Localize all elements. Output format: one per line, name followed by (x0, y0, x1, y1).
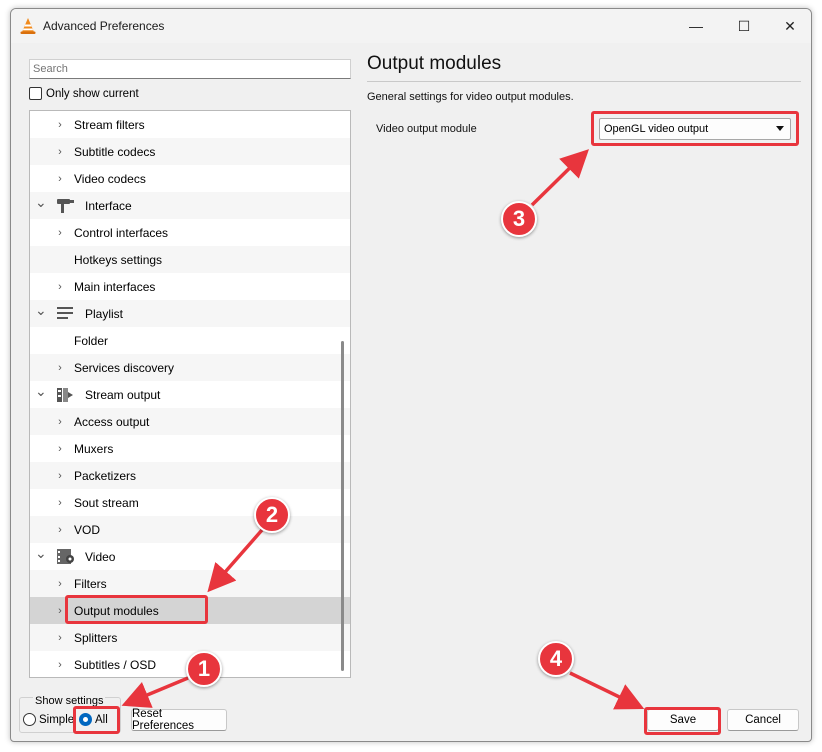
tree-item-label: Sout stream (74, 495, 139, 510)
simple-radio-dot[interactable] (23, 713, 36, 726)
tree-item-output-modules[interactable]: › Output modules (30, 597, 350, 624)
all-radio-dot[interactable] (79, 713, 92, 726)
chevron-down-icon[interactable]: ⌄ (35, 302, 47, 319)
cancel-button[interactable]: Cancel (727, 709, 799, 731)
tree-item-label: Filters (74, 576, 107, 591)
tree-item-label: Hotkeys settings (74, 252, 163, 267)
tree-item-label: Output modules (74, 603, 159, 618)
chevron-right-icon[interactable]: › (55, 497, 65, 509)
playlist-icon (56, 305, 76, 322)
minimize-button[interactable]: — (673, 9, 719, 43)
tree-item-subtitle-codecs[interactable]: › Subtitle codecs (30, 138, 350, 165)
video-output-module-label: Video output module (376, 123, 477, 135)
search-input[interactable] (29, 59, 351, 79)
title-bar: Advanced Preferences — ☐ ✕ (11, 9, 811, 43)
chevron-right-icon[interactable]: › (55, 470, 65, 482)
tree-item-label: Video codecs (74, 171, 146, 186)
tree-item-folder[interactable]: Folder (30, 327, 350, 354)
tree-item-video-codecs[interactable]: › Video codecs (30, 165, 350, 192)
chevron-down-icon[interactable]: ⌄ (35, 194, 47, 211)
tree-item-control-interfaces[interactable]: › Control interfaces (30, 219, 350, 246)
tree-item-label: Stream output (85, 387, 161, 402)
tree-item-label: Video (85, 549, 116, 564)
step-badge-1: 1 (186, 651, 222, 687)
chevron-down-icon[interactable]: ⌄ (35, 545, 47, 562)
tree-item-label: Subtitles / OSD (74, 657, 157, 672)
tree-item-stream-output[interactable]: ⌄ Stream output (30, 381, 350, 408)
advanced-preferences-window: Advanced Preferences — ☐ ✕ Only show cur… (10, 8, 812, 742)
tree-item-services-discovery[interactable]: › Services discovery (30, 354, 350, 381)
tree-item-label: Stream filters (74, 117, 145, 132)
tree-item-packetizers[interactable]: › Packetizers (30, 462, 350, 489)
tree-item-muxers[interactable]: › Muxers (30, 435, 350, 462)
chevron-right-icon[interactable]: › (55, 119, 65, 131)
chevron-right-icon[interactable]: › (55, 443, 65, 455)
tree-item-vod[interactable]: › VOD (30, 516, 350, 543)
tree-item-hotkeys-settings[interactable]: Hotkeys settings (30, 246, 350, 273)
tree-item-label: Services discovery (74, 360, 175, 375)
tree-scrollbar[interactable] (341, 341, 344, 671)
tree-item-splitters[interactable]: › Splitters (30, 624, 350, 651)
tree-item-label: Splitters (74, 630, 118, 645)
checkbox-box[interactable] (29, 87, 42, 100)
page-title: Output modules (367, 53, 502, 74)
tree-item-filters[interactable]: › Filters (30, 570, 350, 597)
chevron-right-icon[interactable]: › (55, 281, 65, 293)
tree-item-label: VOD (74, 522, 101, 537)
all-radio[interactable]: All (79, 713, 108, 726)
save-button[interactable]: Save (647, 709, 719, 731)
tree-item-playlist[interactable]: ⌄ Playlist (30, 300, 350, 327)
chevron-right-icon[interactable]: › (55, 605, 65, 617)
section-description: General settings for video output module… (367, 91, 574, 103)
tree-item-main-interfaces[interactable]: › Main interfaces (30, 273, 350, 300)
simple-radio[interactable]: Simple (23, 713, 74, 726)
tree-item-label: Playlist (85, 306, 124, 321)
close-button[interactable]: ✕ (767, 9, 811, 43)
chevron-right-icon[interactable]: › (55, 227, 65, 239)
tree-item-label: Control interfaces (74, 225, 169, 240)
vlc-cone-icon (20, 18, 36, 34)
simple-radio-label: Simple (39, 713, 75, 726)
chevron-right-icon[interactable]: › (55, 146, 65, 158)
video-output-module-value: OpenGL video output (604, 123, 709, 135)
preferences-tree[interactable]: › Stream filters › Subtitle codecs › Video co… (29, 110, 351, 678)
chevron-right-icon[interactable]: › (55, 659, 65, 671)
maximize-button[interactable]: ☐ (721, 9, 767, 43)
chevron-right-icon[interactable]: › (55, 524, 65, 536)
tree-item-label: Main interfaces (74, 279, 156, 294)
chevron-right-icon[interactable]: › (55, 632, 65, 644)
chevron-right-icon[interactable]: › (55, 362, 65, 374)
tree-item-label: Muxers (74, 441, 114, 456)
show-settings-legend: Show settings (33, 695, 106, 707)
all-radio-label: All (95, 713, 108, 726)
tree-item-label: Packetizers (74, 468, 137, 483)
step-badge-2: 2 (254, 497, 290, 533)
chevron-right-icon[interactable]: › (55, 578, 65, 590)
video-output-module-select[interactable]: OpenGL video output (599, 118, 791, 140)
chevron-down-icon[interactable]: ⌄ (35, 383, 47, 400)
window-title: Advanced Preferences (43, 19, 165, 33)
tree-item-label: Folder (74, 333, 109, 348)
tree-item-label: Interface (85, 198, 132, 213)
tree-item-label: Subtitle codecs (74, 144, 156, 159)
tree-item-stream-filters[interactable]: › Stream filters (30, 111, 350, 138)
only-show-current-checkbox[interactable]: Only show current (29, 87, 139, 100)
tree-item-interface[interactable]: ⌄ Interface (30, 192, 350, 219)
only-show-current-label: Only show current (46, 87, 139, 100)
step-badge-3: 3 (501, 201, 537, 237)
interface-icon (56, 197, 76, 214)
tree-item-sout-stream[interactable]: › Sout stream (30, 489, 350, 516)
stream-output-icon (56, 386, 76, 403)
dropdown-arrow-icon[interactable] (776, 126, 784, 131)
tree-item-label: Access output (74, 414, 150, 429)
chevron-right-icon[interactable]: › (55, 416, 65, 428)
video-icon (56, 548, 76, 565)
title-divider (367, 81, 801, 82)
chevron-right-icon[interactable]: › (55, 173, 65, 185)
tree-item-access-output[interactable]: › Access output (30, 408, 350, 435)
reset-preferences-button[interactable]: Reset Preferences (131, 708, 227, 732)
tree-item-video[interactable]: ⌄ Video (30, 543, 350, 570)
step-badge-4: 4 (538, 641, 574, 677)
